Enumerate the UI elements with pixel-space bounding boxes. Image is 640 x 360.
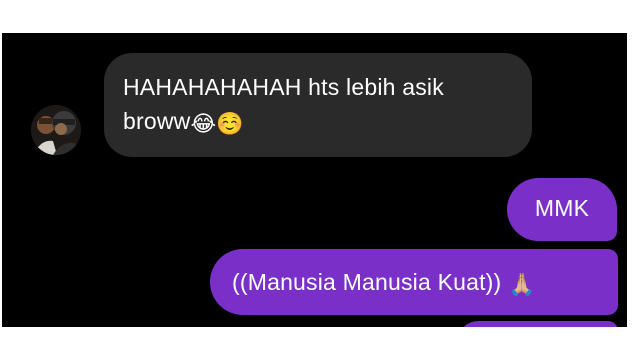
laughing-tears-emoji-icon: 😂☺️	[190, 111, 244, 136]
avatar-photo-icon	[31, 105, 81, 155]
outgoing-message-text: MMK	[534, 195, 590, 221]
outgoing-message-bubble[interactable]: MMK	[507, 178, 617, 241]
incoming-message-text: broww	[123, 108, 191, 134]
incoming-message-line1: HAHAHAHAHAH hts lebih asik	[123, 74, 444, 100]
outgoing-message-bubble[interactable]: ((Manusia Manusia Kuat)) 🙏🏼	[210, 249, 618, 315]
outgoing-message-bubble-partial	[458, 321, 618, 327]
incoming-message-bubble[interactable]: HAHAHAHAHAH hts lebih asik broww😂☺️	[104, 53, 532, 157]
chat-screen: HAHAHAHAHAH hts lebih asik broww😂☺️ MMK …	[2, 33, 627, 327]
outgoing-message-text: ((Manusia Manusia Kuat))	[232, 269, 502, 295]
folded-hands-emoji-icon: 🙏🏼	[508, 272, 536, 297]
contact-avatar[interactable]	[31, 105, 81, 155]
incoming-message-line2: broww😂☺️	[123, 104, 510, 141]
